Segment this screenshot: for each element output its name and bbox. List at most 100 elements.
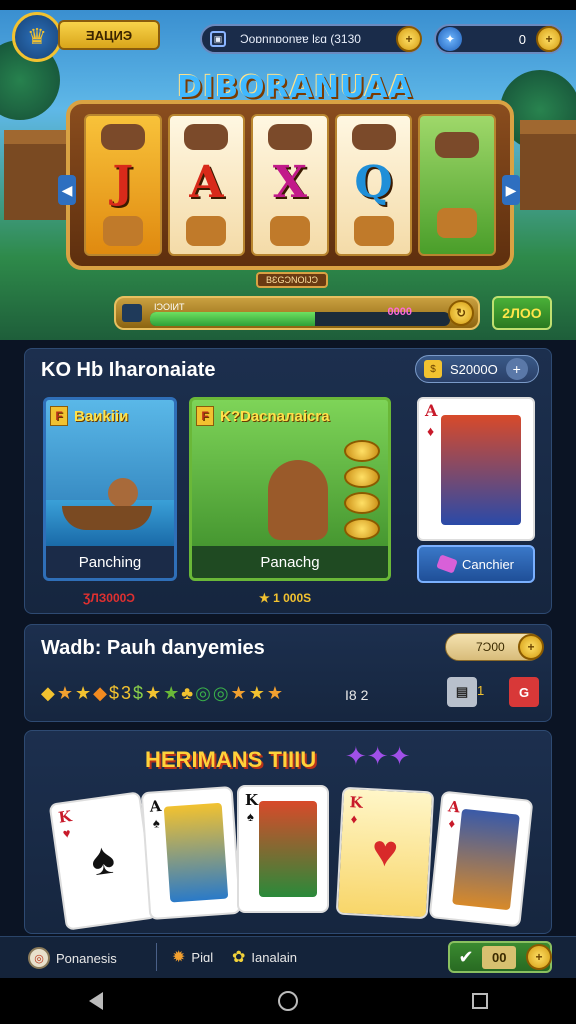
- diamond-icon: ♦: [447, 815, 456, 832]
- recents-icon: [472, 993, 488, 1009]
- reel-symbol-icon: [437, 207, 478, 238]
- reward-icon: 3: [120, 683, 131, 703]
- fisherman-illustration: [108, 478, 138, 508]
- reward-icon: ★: [145, 683, 162, 703]
- player-name-bar[interactable]: ƎAЦИЭ: [58, 20, 160, 50]
- daily-panel: Wadb: Pauh danyemies 7Ɔ00 + ◆ ★ ★ ◆ $3 $ ★ ★ ♣ ◎ ◎…: [24, 624, 552, 722]
- progress-value: 0000: [387, 306, 412, 318]
- progress-icon: [122, 304, 142, 322]
- shield-icon: ✦: [438, 27, 462, 51]
- ctrl-number: 1: [477, 683, 485, 698]
- coin-add-icon[interactable]: +: [396, 26, 422, 52]
- collect-button[interactable]: ✔ 00 +: [448, 941, 552, 973]
- bottom-bar: ◎ Ponanesis ✹ Piɑl ✿ Ianalain ✔ 00 +: [0, 936, 576, 978]
- player-avatar[interactable]: ♛: [12, 12, 62, 62]
- reward-icon: ★: [74, 683, 92, 703]
- reel-symbol-icon: [186, 216, 227, 247]
- progress-coin-icon[interactable]: ↻: [448, 300, 474, 326]
- check-icon: ✔: [458, 946, 474, 967]
- bottom-item-2[interactable]: ✹ Piɑl: [172, 947, 213, 967]
- bonus-button[interactable]: 2ЛОО: [492, 296, 552, 330]
- recents-button[interactable]: [460, 981, 500, 1021]
- hut-decoration: [520, 120, 576, 210]
- reel-right-arrow-icon[interactable]: ▶: [502, 175, 520, 205]
- gem-balance-pill[interactable]: ✦ 0 +: [434, 24, 564, 54]
- home-button[interactable]: [268, 981, 308, 1021]
- coin-balance-pill[interactable]: ▣ Ɔoɒnnɒonɐɐ lɛɑ (3130 +: [200, 24, 422, 54]
- back-button[interactable]: [76, 981, 116, 1021]
- tile-price-right: ★ 1 000S: [259, 591, 312, 605]
- price-pill-value: S2000O: [450, 361, 498, 377]
- coin-stack-icon: [344, 466, 380, 488]
- playing-card-ace[interactable]: A ♦: [417, 397, 535, 541]
- card-rank: A: [425, 401, 438, 420]
- list-toggle-button[interactable]: ▤: [447, 677, 477, 707]
- reel-2: A: [167, 114, 246, 256]
- progress-fill: [150, 312, 315, 326]
- tile-title: Baиkiiи: [74, 407, 129, 425]
- bottom-item-label: Ianalain: [251, 949, 297, 965]
- price-pill[interactable]: $ S2000O +: [415, 355, 539, 383]
- tile-footer-label: Panachg: [192, 546, 388, 578]
- card-rank: A: [149, 796, 162, 816]
- collect-value: 00: [482, 945, 517, 969]
- playing-card[interactable]: K ♦ ♥: [335, 786, 435, 920]
- reel-left-arrow-icon[interactable]: ◀: [58, 175, 76, 205]
- star-icon: ✹: [172, 949, 186, 966]
- coin-icon: $: [424, 360, 442, 378]
- tile-footer-label: Panching: [46, 546, 174, 578]
- status-bar: [0, 0, 576, 10]
- bulb-icon: ✿: [232, 949, 246, 966]
- heart-icon: ♥: [370, 826, 400, 877]
- bottom-item-label: Piɑl: [191, 949, 214, 965]
- badge-icon: F: [50, 406, 68, 426]
- slot-machine[interactable]: J A X Q: [66, 100, 514, 270]
- exchange-button[interactable]: Canchier: [417, 545, 535, 583]
- card-rank: K: [349, 793, 364, 812]
- reel-symbol-icon: [102, 216, 143, 247]
- bottom-item-1[interactable]: ◎ Ponanesis: [28, 947, 117, 969]
- card-rank: A: [447, 797, 461, 817]
- bottom-item-label: Ponanesis: [56, 950, 117, 966]
- badge-icon: F: [196, 406, 214, 426]
- reel-symbol-icon: [269, 216, 310, 247]
- playing-card[interactable]: A ♦: [428, 790, 534, 928]
- spade-icon: ♠: [247, 809, 254, 824]
- coin-stack-icon: [344, 492, 380, 514]
- gem-add-icon[interactable]: +: [536, 26, 562, 52]
- star-sparkle-icon: ✦✦✦: [345, 741, 411, 771]
- plus-icon[interactable]: +: [505, 358, 528, 380]
- progress-label: IƆOIИT: [154, 302, 185, 312]
- home-icon: [278, 991, 298, 1011]
- tile-header: F K?Dacnaлaicra: [196, 406, 330, 426]
- card-rank: K: [57, 807, 73, 827]
- reward-icon: ◆: [93, 683, 107, 703]
- reward-icon: ◆: [41, 683, 55, 703]
- featured-panel: KO Hb Iharonaiate $ S2000O + F Baиkiiи P…: [24, 348, 552, 614]
- reel-letter: X: [272, 157, 308, 209]
- game-tile-fishing[interactable]: F Baиkiiи Panching: [43, 397, 177, 581]
- panel-title: HERIMANS TIIIU: [145, 747, 317, 772]
- panel-title: Wadb: Pauh danyemies: [41, 637, 265, 659]
- gem-icon: [436, 554, 458, 574]
- tile-title: K?Dacnaлaicra: [220, 407, 330, 425]
- reel-5: [418, 114, 496, 256]
- reel-3: X: [251, 114, 329, 256]
- reel-1: J: [84, 114, 162, 256]
- reward-icon: ★: [248, 683, 265, 703]
- system-nav-bar: [0, 978, 576, 1024]
- tile-header: F Baиkiiи: [50, 406, 128, 426]
- coin-reward-pill[interactable]: 7Ɔ00 +: [445, 633, 544, 661]
- progress-bar: IƆOIИT 0000 ↻: [114, 296, 480, 330]
- bottom-item-3[interactable]: ✿ Ianalain: [232, 947, 297, 967]
- game-tile-merchant[interactable]: F K?Dacnaлaicra Panachg: [189, 397, 391, 581]
- playing-card[interactable]: A ♠: [140, 785, 242, 921]
- reward-icon: ★: [56, 683, 73, 703]
- reel-symbol-icon: [435, 132, 480, 159]
- playing-card[interactable]: K ♠: [237, 785, 329, 913]
- reward-icon: ★: [266, 683, 283, 703]
- panel-title: KO Hb Iharonaiate: [41, 359, 216, 381]
- close-reward-button[interactable]: G: [509, 677, 539, 707]
- reel-letter: J: [112, 157, 134, 209]
- stars-count: I8 2: [345, 687, 369, 703]
